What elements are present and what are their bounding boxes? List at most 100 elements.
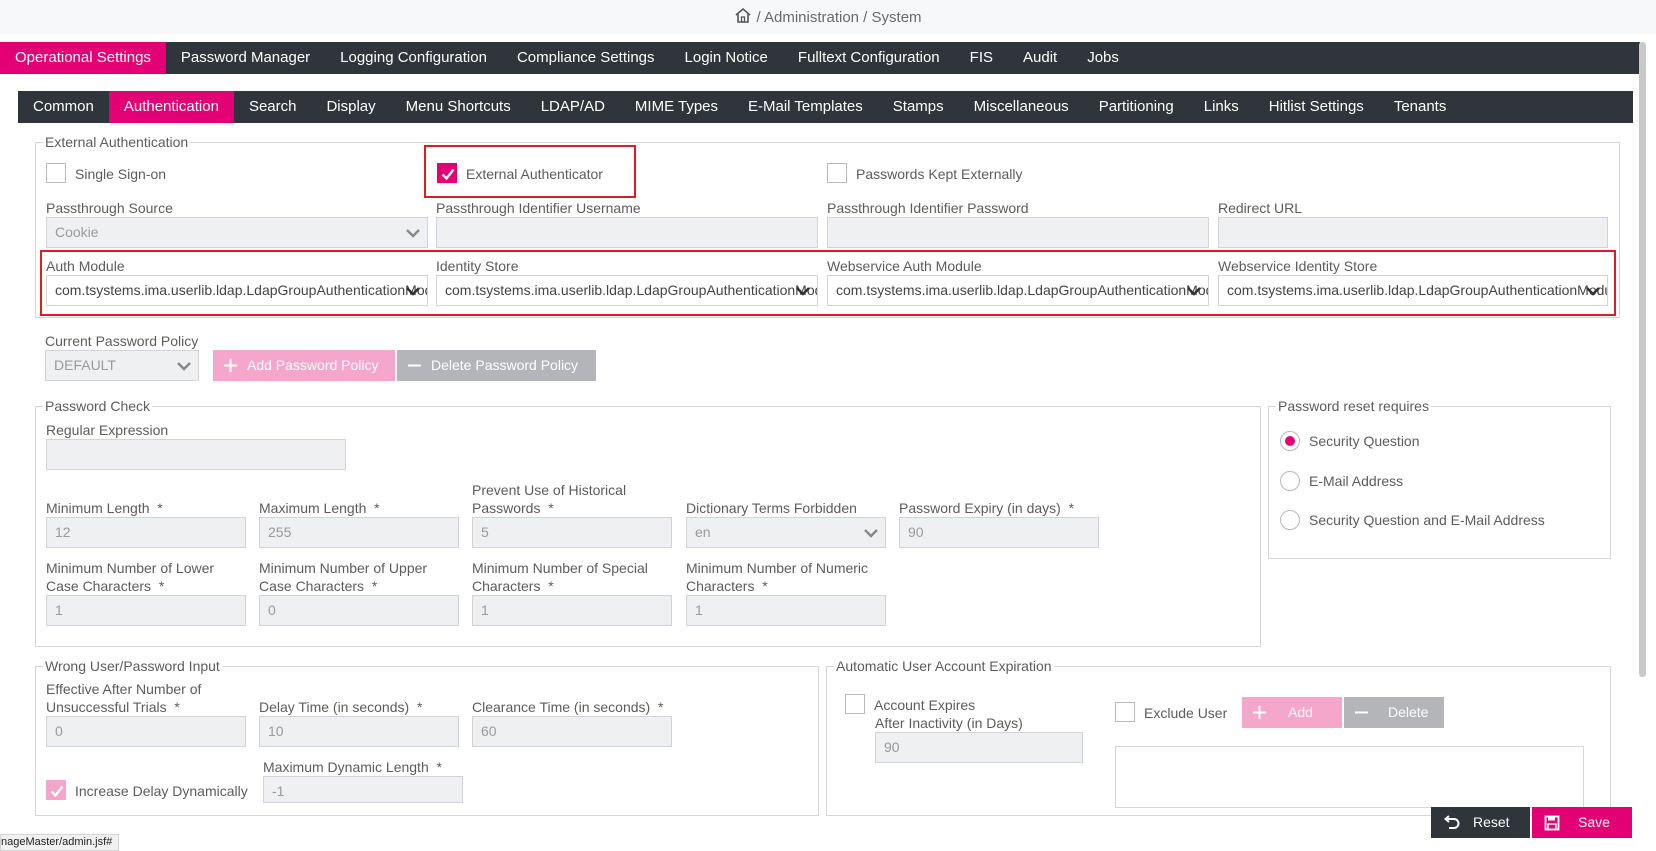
effective-after-input[interactable]: 0 — [46, 716, 246, 747]
chevron-down-icon — [406, 229, 420, 238]
save-icon — [1544, 815, 1560, 831]
breadcrumb-path[interactable]: / Administration / System — [756, 9, 921, 26]
subtab-menu-shortcuts[interactable]: Menu Shortcuts — [391, 91, 526, 123]
subtab-display[interactable]: Display — [311, 91, 390, 123]
subtab-tenants[interactable]: Tenants — [1379, 91, 1462, 123]
tab-audit[interactable]: Audit — [1008, 42, 1072, 74]
undo-icon — [1443, 815, 1460, 829]
maximum-length-input[interactable]: 255 — [259, 517, 459, 548]
single-sign-on-label: Single Sign-on — [75, 166, 167, 182]
password-check-legend: Password Check — [43, 398, 153, 414]
excluded-users-list[interactable] — [1115, 746, 1584, 808]
max-dynamic-length-input[interactable]: -1 — [263, 776, 463, 803]
tab-fis[interactable]: FIS — [955, 42, 1008, 74]
tab-jobs[interactable]: Jobs — [1072, 42, 1134, 74]
reset-question-and-email-label: Security Question and E-Mail Address — [1309, 512, 1545, 528]
page-scrollbar[interactable] — [1639, 42, 1646, 677]
tab-password-manager[interactable]: Password Manager — [166, 42, 325, 74]
main-tab-bar: Operational Settings Password Manager Lo… — [0, 42, 1640, 74]
passthrough-identifier-username-label: Passthrough Identifier Username — [436, 200, 641, 216]
subtab-miscellaneous[interactable]: Miscellaneous — [959, 91, 1084, 123]
min-numeric-label: Minimum Number of Numeric Characters * — [686, 560, 869, 594]
add-password-policy-label: Add Password Policy — [247, 357, 379, 373]
subtab-stamps[interactable]: Stamps — [878, 91, 959, 123]
reset-button[interactable]: Reset — [1431, 807, 1530, 838]
chevron-down-icon — [864, 529, 878, 538]
increase-delay-label: Increase Delay Dynamically — [75, 783, 248, 799]
min-lower-label: Minimum Number of Lower Case Characters * — [46, 560, 215, 594]
subtab-mime-types[interactable]: MIME Types — [620, 91, 733, 123]
save-button[interactable]: Save — [1532, 807, 1632, 838]
add-excluded-user-button[interactable]: Add — [1242, 697, 1342, 728]
subtab-partitioning[interactable]: Partitioning — [1084, 91, 1189, 123]
min-special-label: Minimum Number of Special Characters * — [472, 560, 648, 594]
min-numeric-input[interactable]: 1 — [686, 595, 886, 626]
passthrough-source-select[interactable]: Cookie — [46, 217, 428, 248]
subtab-hitlist-settings[interactable]: Hitlist Settings — [1254, 91, 1379, 123]
clearance-time-label: Clearance Time (in seconds) * — [472, 699, 664, 715]
status-url-bar: nageMaster/admin.jsf# — [0, 834, 120, 851]
subtab-search[interactable]: Search — [234, 91, 312, 123]
external-authentication-legend: External Authentication — [43, 134, 191, 150]
highlight-modules-row — [40, 250, 1616, 316]
password-reset-legend: Password reset requires — [1276, 398, 1431, 414]
tab-compliance-settings[interactable]: Compliance Settings — [502, 42, 670, 74]
redirect-url-input[interactable] — [1218, 217, 1608, 248]
tab-fulltext-configuration[interactable]: Fulltext Configuration — [783, 42, 955, 74]
exclude-user-checkbox[interactable] — [1115, 702, 1135, 722]
sub-tab-bar: Common Authentication Search Display Men… — [18, 91, 1633, 123]
increase-delay-checkbox[interactable] — [46, 780, 66, 800]
regular-expression-label: Regular Expression — [46, 422, 169, 438]
passthrough-identifier-username-input[interactable] — [436, 217, 818, 248]
min-lower-input[interactable]: 1 — [46, 595, 246, 626]
delete-excluded-user-button[interactable]: Delete — [1344, 697, 1444, 728]
passthrough-identifier-password-label: Passthrough Identifier Password — [827, 200, 1029, 216]
delay-time-input[interactable]: 10 — [259, 716, 459, 747]
breadcrumb: / Administration / System — [0, 0, 1656, 34]
add-excluded-user-label: Add — [1288, 704, 1313, 720]
subtab-authentication[interactable]: Authentication — [108, 91, 234, 123]
reset-question-and-email-radio[interactable] — [1280, 510, 1300, 530]
minimum-length-input[interactable]: 12 — [46, 517, 246, 548]
clearance-time-input[interactable]: 60 — [472, 716, 672, 747]
reset-email-address-radio[interactable] — [1280, 471, 1300, 491]
min-upper-input[interactable]: 0 — [259, 595, 459, 626]
single-sign-on-checkbox[interactable] — [46, 163, 66, 183]
prevent-historical-label: Prevent Use of Historical Passwords * — [472, 482, 627, 516]
tab-login-notice[interactable]: Login Notice — [670, 42, 783, 74]
passthrough-identifier-password-input[interactable] — [827, 217, 1209, 248]
maximum-length-label: Maximum Length * — [259, 500, 380, 516]
current-password-policy-value: DEFAULT — [54, 357, 116, 373]
regular-expression-input[interactable] — [46, 439, 346, 470]
effective-after-label: Effective After Number of Unsuccessful Tr… — [46, 681, 202, 715]
passthrough-source-label: Passthrough Source — [46, 200, 173, 216]
after-inactivity-input[interactable]: 90 — [875, 732, 1083, 763]
current-password-policy-label: Current Password Policy — [45, 333, 199, 349]
dictionary-terms-value: en — [695, 524, 711, 540]
prevent-historical-input[interactable]: 5 — [472, 517, 672, 548]
account-expires-checkbox[interactable] — [845, 694, 865, 714]
account-expires-label: Account Expires — [874, 697, 976, 713]
add-password-policy-button[interactable]: Add Password Policy — [213, 350, 395, 381]
checkmark-icon — [50, 785, 64, 798]
chevron-down-icon — [177, 362, 191, 371]
subtab-email-templates[interactable]: E-Mail Templates — [733, 91, 878, 123]
min-upper-label: Minimum Number of Upper Case Characters * — [259, 560, 428, 594]
subtab-common[interactable]: Common — [18, 91, 109, 123]
password-expiry-input[interactable]: 90 — [899, 517, 1099, 548]
passwords-kept-externally-checkbox[interactable] — [827, 163, 847, 183]
delete-password-policy-button[interactable]: Delete Password Policy — [397, 350, 596, 381]
reset-security-question-radio[interactable] — [1280, 431, 1300, 451]
dictionary-terms-select[interactable]: en — [686, 517, 886, 548]
reset-security-question-label: Security Question — [1309, 433, 1420, 449]
tab-operational-settings[interactable]: Operational Settings — [0, 42, 166, 74]
home-icon[interactable] — [734, 7, 756, 28]
tab-logging-configuration[interactable]: Logging Configuration — [325, 42, 502, 74]
subtab-links[interactable]: Links — [1189, 91, 1254, 123]
redirect-url-label: Redirect URL — [1218, 200, 1303, 216]
subtab-ldap-ad[interactable]: LDAP/AD — [526, 91, 620, 123]
password-expiry-label: Password Expiry (in days) * — [899, 500, 1075, 516]
min-special-input[interactable]: 1 — [472, 595, 672, 626]
max-dynamic-length-label: Maximum Dynamic Length * — [263, 759, 442, 775]
current-password-policy-select[interactable]: DEFAULT — [45, 350, 199, 381]
